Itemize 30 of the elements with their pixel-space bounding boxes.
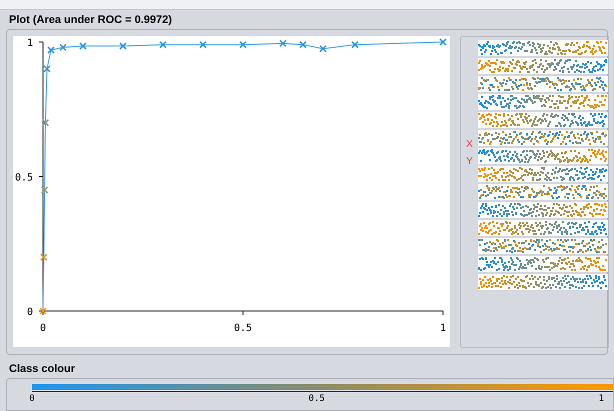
curve-point-marker — [159, 40, 167, 48]
scale-tick-label: 0 — [29, 394, 35, 404]
x-tick-label: 0 — [40, 323, 46, 334]
scale-tick-label: 1 — [598, 394, 604, 404]
curve-point-marker — [439, 38, 447, 46]
curve-point-marker — [42, 118, 50, 126]
scale-tick-label: 0.5 — [308, 394, 325, 404]
curve-point-marker — [319, 44, 327, 52]
axis-marker: Y — [466, 155, 473, 169]
y-tick-label: 0 — [26, 307, 33, 318]
curve-point-marker — [43, 65, 51, 73]
x-tick-label: 0.5 — [234, 323, 252, 334]
section-title: Class colour — [8, 362, 76, 376]
curve-point-marker — [39, 307, 47, 315]
curve-point-marker — [47, 46, 55, 54]
curve-point-marker — [279, 40, 287, 48]
y-tick-label: 1 — [26, 38, 33, 49]
curve-point-marker — [351, 40, 359, 48]
curve-point-marker — [79, 42, 87, 50]
curve-point-marker — [299, 40, 307, 48]
panel-title: Plot (Area under ROC = 0.9972) — [8, 13, 173, 27]
curve-point-marker — [119, 42, 127, 50]
curve-point-marker — [40, 253, 48, 261]
y-tick-label: 0.5 — [14, 172, 33, 184]
axis-marker: X — [466, 138, 473, 152]
curve-point-marker — [40, 186, 48, 194]
curve-point-marker — [59, 44, 67, 52]
x-tick-label: 1 — [440, 323, 446, 334]
curve-point-marker — [199, 40, 207, 48]
curve-point-marker — [239, 40, 247, 48]
